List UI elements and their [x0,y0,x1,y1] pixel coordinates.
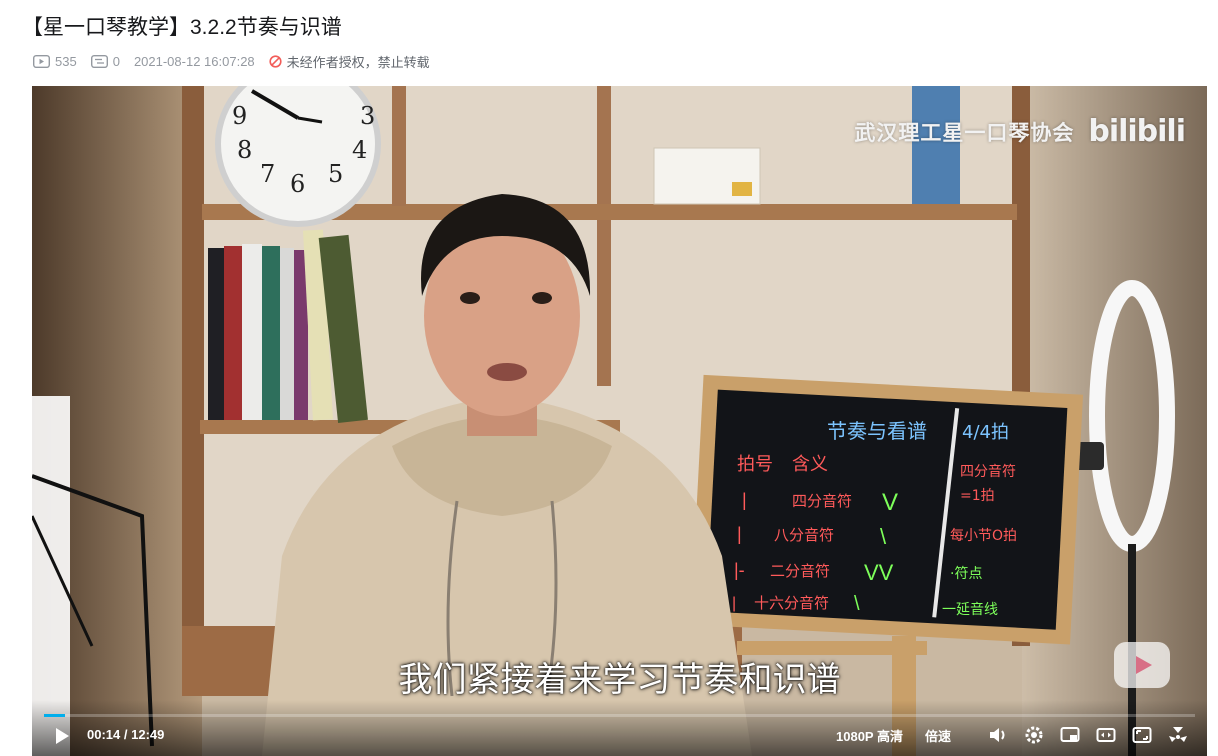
right-controls: 1080P 高清 倍速 [836,722,1189,748]
board-row-check: V [882,489,898,516]
board-time-sig: 4/4拍 [962,422,1009,443]
board-note: ·符点 [950,566,982,582]
settings-icon[interactable] [1023,724,1045,746]
forbidden-icon [269,54,282,68]
progress-bar[interactable] [44,714,1195,717]
channel-watermark: 武汉理工星一口琴协会 bilibili [854,114,1186,149]
speed-button[interactable]: 倍速 [925,726,951,745]
danmaku-count-value: 0 [112,53,120,69]
svg-text:5: 5 [328,160,343,188]
play-icon[interactable] [52,726,72,746]
board-note: 四分音符 [960,463,1016,480]
control-row: 00:14 / 12:49 1080P 高清 倍速 [32,722,1207,748]
danmaku-count: 0 [90,53,120,69]
board-row-mark: | [742,490,747,510]
board-row-check: VV [864,560,894,585]
bilibili-logo: bilibili [1088,114,1186,149]
board-row-check: \ [854,593,860,615]
svg-text:9: 9 [232,102,247,130]
widescreen-icon[interactable] [1095,724,1117,746]
view-count: 535 [33,54,77,69]
board-row-mark: |- [734,560,745,580]
svg-text:4: 4 [352,136,367,164]
web-fullscreen-icon[interactable] [1131,724,1153,746]
svg-text:7: 7 [260,160,275,188]
video-subtitle: 我们紧接着来学习节奏和识谱 [398,660,841,700]
duration: 12:49 [131,727,165,742]
fullscreen-icon[interactable] [1167,724,1189,746]
board-row-mark: | [732,595,736,612]
view-count-value: 535 [55,53,77,69]
video-title: 【星一口琴教学】3.2.2节奏与识谱 [22,16,342,39]
board-note: =1拍 [960,488,995,504]
board-row-mark: | [737,524,742,544]
video-meta: 535 0 2021-08-12 16:07:28 未经作者授权，禁止转载 [33,52,444,70]
current-time: 00:14 [87,727,121,742]
svg-text:8: 8 [237,136,252,164]
progress-fill [44,714,65,717]
copyright-notice-text: 未经作者授权，禁止转载 [286,54,430,70]
board-header-0: 拍号 [737,454,773,475]
quality-button[interactable]: 1080P 高清 [836,726,903,745]
board-row-meaning: 八分音符 [774,526,834,544]
board-row-meaning: 四分音符 [792,492,852,510]
board-row-check: \ [880,524,887,549]
bilibili-tv-icon [1114,642,1170,688]
board-note: 每小节O拍 [950,528,1017,544]
time-display: 00:14 / 12:49 [87,727,164,742]
board-note: 一延音线 [942,601,998,618]
svg-text:6: 6 [290,170,305,198]
board-header-1: 含义 [792,454,828,475]
play-count-icon [33,54,50,68]
watermark-text: 武汉理工星一口琴协会 [854,121,1075,145]
svg-text:3: 3 [360,102,375,130]
copyright-notice: 未经作者授权，禁止转载 [269,52,430,71]
publish-date: 2021-08-12 16:07:28 [133,53,255,69]
player-controls: 00:14 / 12:49 1080P 高清 倍速 [32,700,1207,756]
board-title: 节奏与看谱 [827,419,927,443]
danmaku-icon [90,54,108,68]
board-row-meaning: 二分音符 [770,562,830,580]
board-row-meaning: 十六分音符 [754,594,829,612]
pip-icon[interactable] [1059,724,1081,746]
video-player[interactable]: 9 8 7 6 5 4 3 节奏与看谱 4/4拍 拍号 含义 | 四分音符 V … [32,86,1207,756]
time-separator: / [123,727,128,742]
volume-icon[interactable] [987,724,1009,746]
